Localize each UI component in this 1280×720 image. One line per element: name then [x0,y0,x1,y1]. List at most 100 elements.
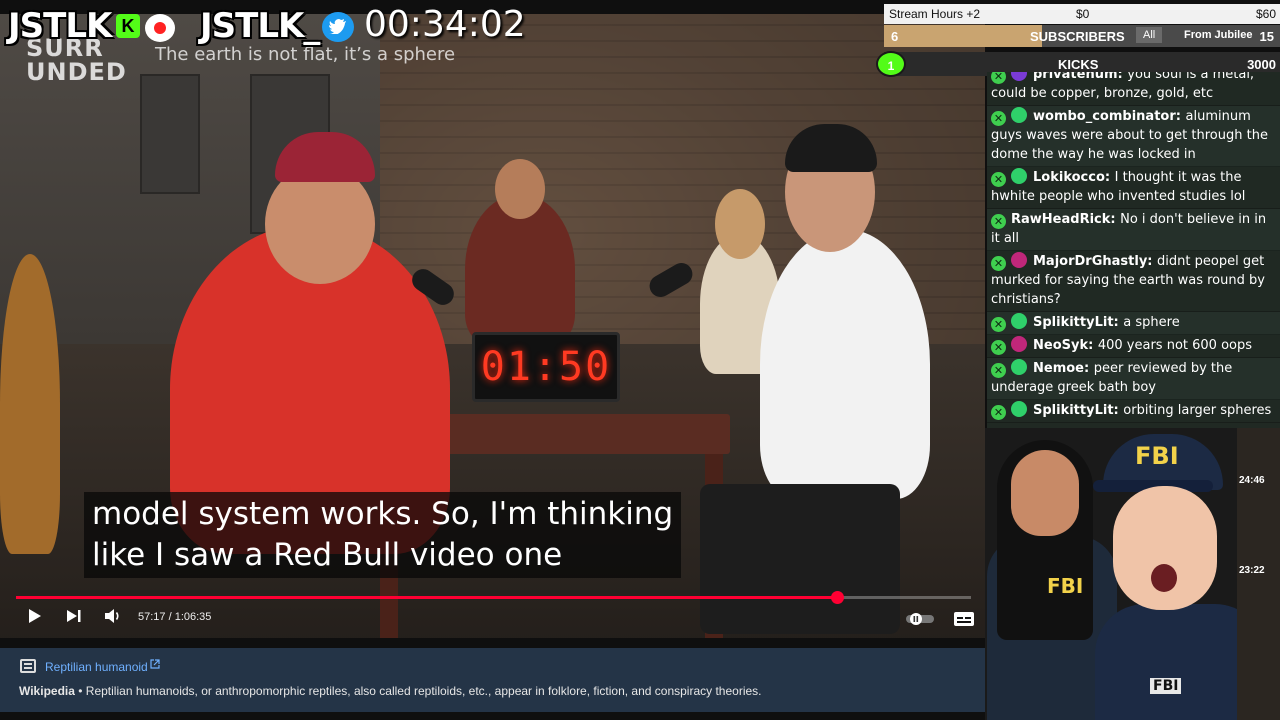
thumb-time-2: 23:22 [1239,565,1265,576]
moderate-delete-icon[interactable]: ✕ [991,363,1006,378]
chat-username[interactable]: Lokikocco [1033,170,1105,185]
chat-separator: : [1084,361,1094,376]
info-text: Reptilian humanoids, or anthropomorphic … [85,684,762,698]
user-badge-icon [1011,401,1027,417]
moderate-delete-icon[interactable]: ✕ [991,405,1006,420]
autoplay-toggle-icon[interactable] [906,612,934,632]
moderate-delete-icon[interactable]: ✕ [991,111,1006,126]
user-badge-icon [1011,359,1027,375]
moderate-delete-icon[interactable]: ✕ [991,256,1006,271]
chat-message: ✕ Lokikocco: I thought it was the hwhite … [987,167,1280,209]
user-badge-icon [1011,313,1027,329]
chat-text: 400 years not 600 oops [1097,338,1253,353]
avatar-cap-fbi-label: FBI [1135,442,1179,470]
time-total: 1:06:35 [174,611,212,623]
moderate-delete-icon[interactable]: ✕ [991,214,1006,229]
chat-separator: : [1175,109,1186,124]
subscribers-progress [884,25,1043,47]
info-title-link[interactable]: Reptilian humanoid [45,660,148,674]
user-badge-icon [1011,252,1027,268]
chat-message: ✕ SplikittyLit: a sphere [987,312,1280,335]
skip-next-icon[interactable] [66,608,82,630]
background-window [140,74,200,194]
stream-overlay-top: JSTLK K JSTLK_ 00:34:02 [0,0,884,48]
chat-separator: : [1104,170,1115,185]
video-player[interactable]: 01:50 SURR UNDED The earth is not flat, … [0,14,985,638]
kicks-label: KICKS [1058,57,1099,72]
moderate-delete-icon[interactable]: ✕ [991,172,1006,187]
audience-woman-head [715,189,765,259]
subscribers-source-count: 15 [1259,29,1274,44]
document-icon [20,659,36,673]
chat-username[interactable]: RawHeadRick [1011,212,1110,227]
chat-separator: : [1147,254,1158,269]
avatar-woman-fbi-label: FBI [1047,574,1084,598]
audience-man-head [495,159,545,219]
user-badge-icon [1011,168,1027,184]
stream-hours-bar: Stream Hours +2 $0 $60 [884,4,1280,24]
subscribers-bar: 6 SUBSCRIBERS All From Jubilee 15 [884,25,1280,47]
subscribers-source: From Jubilee [1184,29,1253,41]
money-max: $60 [1255,7,1276,21]
chat-text: peer reviewed by the underage greek bath… [991,361,1233,395]
thumb-time-1: 24:46 [1239,475,1265,486]
info-description: Wikipedia • Reptilian humanoids, or anth… [19,684,762,698]
moderate-delete-icon[interactable]: ✕ [991,317,1006,332]
chat-username[interactable]: wombo_combinator [1033,109,1176,124]
brand-logo-right: JSTLK_ [200,6,320,46]
info-source: Wikipedia [19,684,75,698]
moderate-delete-icon[interactable]: ✕ [991,72,1006,84]
user-badge-icon [1011,336,1027,352]
chat-message: ✕ RawHeadRick: No i don't believe in in i… [987,209,1280,251]
stream-stats-panel: Stream Hours +2 $0 $60 6 SUBSCRIBERS All… [876,0,1280,78]
time-current: 57:17 [138,611,166,623]
progress-played [16,596,838,599]
chat-separator: : [1110,212,1121,227]
chat-panel[interactable]: ✕ privatenum: you soul is a metal, could … [987,72,1280,428]
external-link-icon[interactable] [150,659,160,672]
money-min: $0 [1076,7,1090,21]
chat-text: orbiting larger spheres [1123,403,1272,418]
chat-message: ✕ NeoSyk: 400 years not 600 oops [987,335,1280,358]
chat-message: ✕ wombo_combinator: aluminum guys waves w… [987,106,1280,167]
info-panel: Reptilian humanoid Wikipedia • Reptilian… [0,648,985,712]
caption-line-1: model system works. So, I'm thinking [92,496,674,532]
chat-username[interactable]: privatenum [1033,72,1118,82]
stream-hours-label: Stream Hours +2 [889,7,981,21]
chat-separator: : [1088,338,1098,353]
moderate-delete-icon[interactable]: ✕ [991,340,1006,355]
captions-icon[interactable] [954,612,974,632]
speaker-white-shirt [760,229,930,499]
countdown-value: 01:50 [480,344,612,390]
chat-separator: : [1117,72,1128,82]
user-badge-icon [1011,72,1027,81]
kicks-badge: 1 [876,51,906,77]
play-icon[interactable] [28,608,42,630]
progress-bar[interactable] [16,591,971,604]
chat-username[interactable]: SplikittyLit [1033,403,1114,418]
stream-uptime: 00:34:02 [364,4,526,45]
record-icon [145,14,175,42]
chat-message: ✕ MajorDrGhastly: didnt peopel get murked… [987,251,1280,312]
closed-captions: model system works. So, I'm thinking lik… [84,492,682,578]
chat-text: I thought it was the hwhite people who i… [991,170,1246,204]
kick-logo-icon: K [116,14,140,38]
subscribers-filter-all[interactable]: All [1136,27,1163,43]
twitter-bird-icon [322,12,354,42]
chat-text: a sphere [1123,315,1180,330]
chat-message: ✕ privatenum: you soul is a metal, could … [987,72,1280,106]
caption-line-2: like I saw a Red Bull video one [92,537,563,573]
chat-username[interactable]: SplikittyLit [1033,315,1114,330]
time-display: 57:17 / 1:06:35 [138,611,211,623]
chat-username[interactable]: MajorDrGhastly [1033,254,1147,269]
avatar-woman-face [1011,450,1079,536]
chat-message: ✕ Nemoe: peer reviewed by the underage gr… [987,358,1280,400]
chat-username[interactable]: NeoSyk [1033,338,1088,353]
audience-left [0,254,60,554]
avatar-man-mouth [1151,564,1177,592]
subscribers-count: 6 [891,29,899,44]
player-controls: 57:17 / 1:06:35 [0,602,985,638]
chat-username[interactable]: Nemoe [1033,361,1084,376]
avatar-man-badge: FBI [1150,678,1182,694]
volume-icon[interactable] [104,608,122,630]
